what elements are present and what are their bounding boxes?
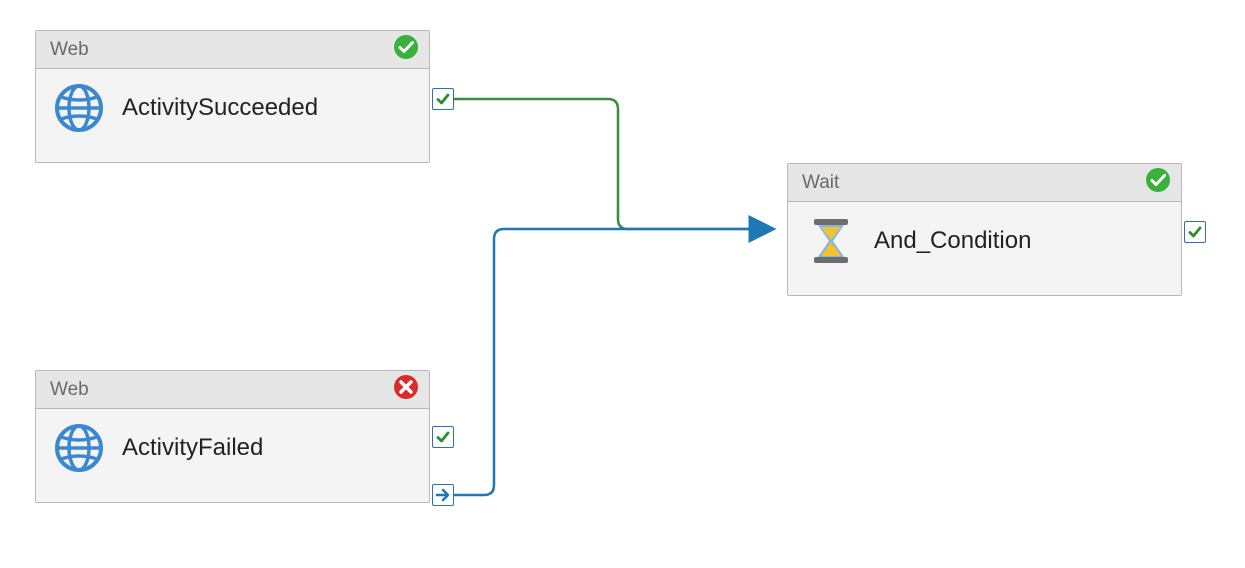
connector-completion[interactable] [454, 229, 773, 495]
dependency-handle-success[interactable] [1184, 221, 1206, 243]
connector-success[interactable] [454, 99, 773, 229]
activity-name-label: ActivityFailed [122, 434, 263, 462]
dependency-handle-success[interactable] [432, 426, 454, 448]
pipeline-canvas[interactable]: Web ActivitySucceeded [0, 0, 1245, 568]
activity-node-body: ActivityFailed [36, 409, 429, 489]
arrow-right-icon [435, 487, 451, 503]
activity-node-failed[interactable]: Web ActivityFailed [35, 370, 430, 503]
hourglass-icon [806, 216, 856, 266]
dependency-handle-completion[interactable] [432, 484, 454, 506]
activity-name-label: And_Condition [874, 227, 1031, 255]
activity-name-label: ActivitySucceeded [122, 94, 318, 122]
check-icon [1187, 224, 1203, 240]
activity-type-label: Web [50, 39, 89, 61]
activity-node-body: And_Condition [788, 202, 1181, 282]
activity-node-body: ActivitySucceeded [36, 69, 429, 149]
check-icon [435, 429, 451, 445]
globe-icon [54, 83, 104, 133]
activity-node-header: Web [36, 371, 429, 409]
activity-node-header: Wait [788, 164, 1181, 202]
activity-node-succeeded[interactable]: Web ActivitySucceeded [35, 30, 430, 163]
success-icon [393, 34, 419, 65]
activity-type-label: Web [50, 379, 89, 401]
activity-node-and-condition[interactable]: Wait And_Condition [787, 163, 1182, 296]
activity-type-label: Wait [802, 172, 839, 194]
dependency-handle-success[interactable] [432, 88, 454, 110]
error-icon [393, 374, 419, 405]
activity-node-header: Web [36, 31, 429, 69]
globe-icon [54, 423, 104, 473]
check-icon [435, 91, 451, 107]
success-icon [1145, 167, 1171, 198]
